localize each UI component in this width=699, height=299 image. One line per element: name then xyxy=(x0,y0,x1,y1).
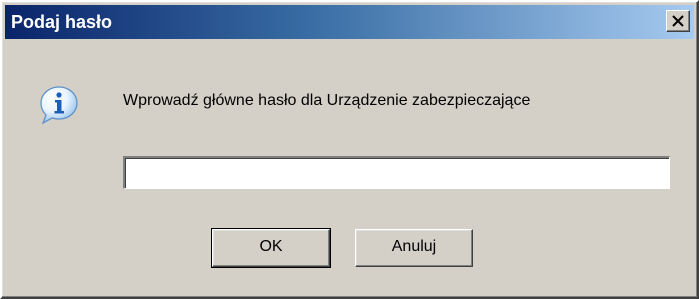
info-icon xyxy=(40,86,78,125)
close-icon xyxy=(672,15,684,27)
title-bar[interactable]: Podaj hasło xyxy=(5,5,694,39)
password-dialog: Podaj hasło Wprowadź główne hasło dla Ur… xyxy=(0,0,699,299)
ok-button[interactable]: OK xyxy=(211,228,331,268)
prompt-message: Wprowadź główne hasło dla Urządzenie zab… xyxy=(123,92,531,109)
password-input[interactable] xyxy=(123,156,670,189)
dialog-title: Podaj hasło xyxy=(11,12,113,32)
cancel-button[interactable]: Anuluj xyxy=(355,229,473,267)
close-button[interactable] xyxy=(666,10,690,32)
